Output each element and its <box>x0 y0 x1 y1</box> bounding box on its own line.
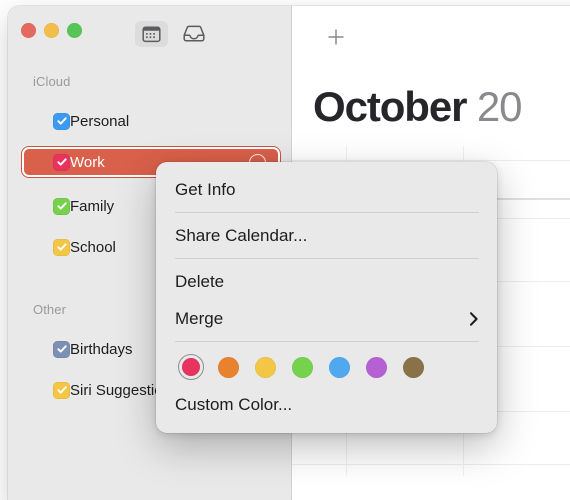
month-label: October <box>313 83 467 130</box>
inbox-icon <box>182 25 205 42</box>
menu-item-delete[interactable]: Delete <box>156 263 497 300</box>
checkmark-icon <box>56 202 67 210</box>
app-window: October 20 iCloud Personal Work Family S… <box>8 6 570 500</box>
inbox-button[interactable] <box>177 21 210 47</box>
checkbox-birthdays[interactable] <box>53 340 70 358</box>
checkmark-icon <box>56 386 67 394</box>
sidebar-item-label: School <box>70 238 116 256</box>
minimize-button[interactable] <box>44 23 59 38</box>
menu-item-label: Get Info <box>175 179 236 199</box>
sidebar-item-label: Birthdays <box>70 340 133 358</box>
color-swatch-blue[interactable] <box>326 354 352 380</box>
window-titlebar <box>8 6 291 58</box>
chevron-right-icon <box>469 311 479 326</box>
sidebar-item-label: Family <box>70 197 115 215</box>
window-controls <box>21 23 82 38</box>
color-swatch-green[interactable] <box>289 354 315 380</box>
color-swatch-yellow[interactable] <box>252 354 278 380</box>
checkmark-icon <box>56 158 67 166</box>
color-swatch-row <box>156 346 497 386</box>
sidebar-item-label: Work <box>70 153 105 171</box>
checkbox-school[interactable] <box>53 238 70 256</box>
close-button[interactable] <box>21 23 36 38</box>
menu-item-merge[interactable]: Merge <box>156 300 497 337</box>
checkmark-icon <box>56 345 67 353</box>
menu-item-custom-color[interactable]: Custom Color... <box>156 386 497 423</box>
color-swatch-brown[interactable] <box>400 354 426 380</box>
menu-separator <box>175 341 479 342</box>
sidebar-item-personal[interactable]: Personal <box>22 106 280 136</box>
calendar-icon <box>142 26 161 43</box>
checkmark-icon <box>56 117 67 125</box>
menu-separator <box>175 212 479 213</box>
checkbox-work[interactable] <box>53 153 70 171</box>
menu-separator <box>175 258 479 259</box>
sidebar-section-header-icloud: iCloud <box>33 74 71 89</box>
toolbar <box>135 21 210 47</box>
page-title: October 20 <box>313 82 523 132</box>
add-event-button[interactable] <box>325 26 347 48</box>
context-menu: Get Info Share Calendar... Delete Merge <box>156 162 497 433</box>
checkmark-icon <box>56 243 67 251</box>
checkbox-family[interactable] <box>53 197 70 215</box>
calendar-view-button[interactable] <box>135 21 168 47</box>
checkbox-siri-suggestions[interactable] <box>53 381 70 399</box>
menu-item-label: Delete <box>175 271 225 291</box>
sidebar-section-header-other: Other <box>33 302 67 317</box>
year-label: 20 <box>476 83 523 130</box>
menu-item-label: Share Calendar... <box>175 225 308 245</box>
menu-item-get-info[interactable]: Get Info <box>156 171 497 208</box>
menu-item-share-calendar[interactable]: Share Calendar... <box>156 217 497 254</box>
zoom-button[interactable] <box>67 23 82 38</box>
color-swatch-orange[interactable] <box>215 354 241 380</box>
color-swatch-purple[interactable] <box>363 354 389 380</box>
menu-item-label: Custom Color... <box>175 394 293 414</box>
color-swatch-red[interactable] <box>178 354 204 380</box>
menu-item-label: Merge <box>175 308 224 328</box>
checkbox-personal[interactable] <box>53 112 70 130</box>
sidebar-item-label: Personal <box>70 112 130 130</box>
calendar-app-window: October 20 iCloud Personal Work Family S… <box>0 0 570 500</box>
